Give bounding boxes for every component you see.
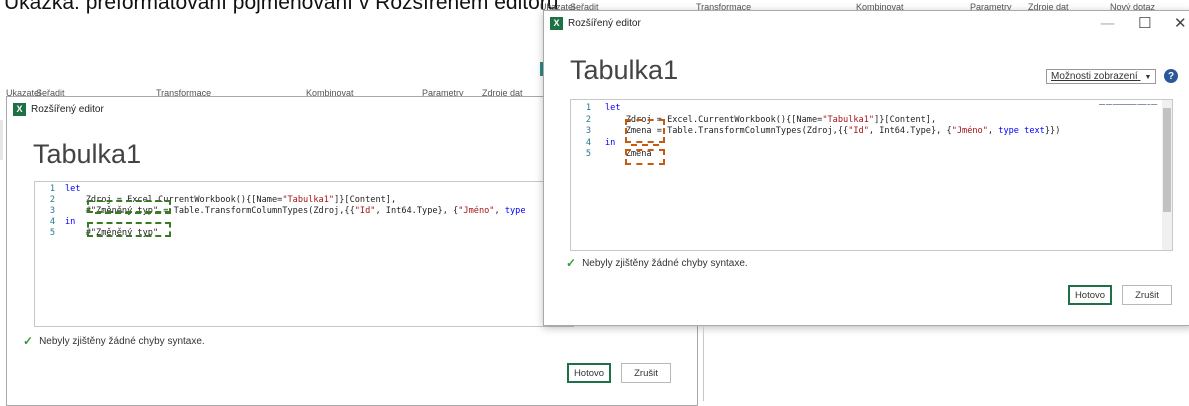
highlight-renamed-step-line3 [625, 119, 665, 143]
checkmark-icon: ✓ [23, 334, 34, 348]
code-keyword: type [504, 206, 526, 216]
right-status-text: Nebyly zjištěny žádné chyby syntaxe. [582, 257, 748, 269]
view-options-label: Možnosti zobrazení [1051, 71, 1138, 82]
close-icon[interactable]: ✕ [1174, 13, 1187, 33]
right-code-editor[interactable]: 1 let 2 Zdroj = Excel.CurrentWorkbook(){[N… [570, 99, 1173, 251]
checkmark-icon: ✓ [566, 256, 577, 270]
right-done-button[interactable]: Hotovo [1068, 285, 1112, 305]
code-keyword: in [65, 217, 76, 227]
code-string: "Id" [354, 206, 376, 216]
code-token: }}) [1044, 126, 1061, 136]
line-number: 4 [585, 137, 591, 148]
right-advanced-editor-window: X Rozšířený editor — ☐ ✕ Tabulka1 Možnos… [543, 10, 1189, 326]
scrollbar-thumb[interactable] [1163, 108, 1171, 212]
code-text: let [605, 102, 621, 114]
code-minimap: ▬▬ ▬▬ ▬▬▬▬▬▬▬▬ ▬▬▬ ▬ ▬▬ [1099, 102, 1158, 106]
left-query-title: Tabulka1 [33, 139, 142, 169]
excel-app-icon: X [13, 102, 26, 116]
view-options-dropdown[interactable]: Možnosti zobrazení ▼ [1046, 69, 1157, 84]
highlight-renamed-step-line5 [625, 149, 665, 165]
code-string: "Jméno" [951, 126, 988, 136]
code-keyword: let [65, 184, 81, 194]
left-status-text: Nebyly zjištěny žádné chyby syntaxe. [39, 335, 205, 347]
code-string: "Jméno" [458, 206, 495, 216]
right-query-title: Tabulka1 [570, 55, 679, 85]
chevron-down-icon: ▼ [1144, 74, 1152, 81]
line-number: 1 [585, 103, 591, 113]
backdrop-divider [703, 326, 704, 401]
code-text: in [605, 137, 615, 149]
code-token: ]}[Content], [874, 114, 937, 125]
right-window-title: Rozšířený editor [568, 17, 641, 29]
vertical-scrollbar[interactable] [1162, 100, 1172, 250]
line-number: 5 [585, 149, 591, 159]
code-string: "Id" [848, 126, 869, 136]
highlight-connector [95, 212, 171, 214]
help-icon[interactable]: ? [1164, 69, 1178, 83]
code-string: "Tabulka1" [822, 114, 875, 125]
right-window-titlebar[interactable]: X Rozšířený editor [544, 11, 1189, 35]
code-line: 1 let [571, 102, 1172, 114]
code-token: ]}[Content], [334, 195, 397, 205]
code-token: , [494, 206, 505, 216]
line-number: 5 [49, 228, 55, 238]
left-cancel-button[interactable]: Zrušit [621, 363, 671, 383]
left-status-bar: ✓ Nebyly zjištěny žádné chyby syntaxe. [23, 334, 205, 348]
code-token: , Int64.Type}, { [375, 206, 459, 216]
excel-app-icon: X [550, 16, 563, 30]
code-token: , Int64.Type}, { [868, 126, 952, 136]
highlight-step-name-line5 [87, 222, 171, 237]
code-string: "Tabulka1" [282, 195, 335, 205]
backdrop-edge [0, 120, 3, 160]
code-keyword: in [605, 137, 616, 148]
maximize-icon[interactable]: ☐ [1138, 13, 1151, 33]
right-cancel-button[interactable]: Zrušit [1122, 285, 1172, 305]
right-status-bar: ✓ Nebyly zjištěny žádné chyby syntaxe. [566, 256, 748, 270]
minimize-icon[interactable]: — [1100, 13, 1115, 33]
left-done-button[interactable]: Hotovo [567, 363, 611, 383]
code-keyword: text [1024, 126, 1045, 136]
highlight-connector [631, 144, 659, 146]
code-token: , [987, 126, 999, 136]
left-code-editor[interactable]: 1 let 2 Zdroj = Excel.CurrentWorkbook(){[N… [34, 181, 574, 327]
code-keyword: let [605, 103, 621, 113]
line-number: 3 [585, 126, 591, 136]
left-window-title: Rozšířený editor [31, 103, 104, 115]
page-caption: Ukázka: přeformátování pojmenování v Roz… [4, 0, 559, 14]
code-keyword: type [998, 126, 1019, 136]
code-text: Zmena = Table.TransformColumnTypes(Zdroj… [605, 125, 1061, 137]
line-number: 2 [585, 114, 591, 125]
